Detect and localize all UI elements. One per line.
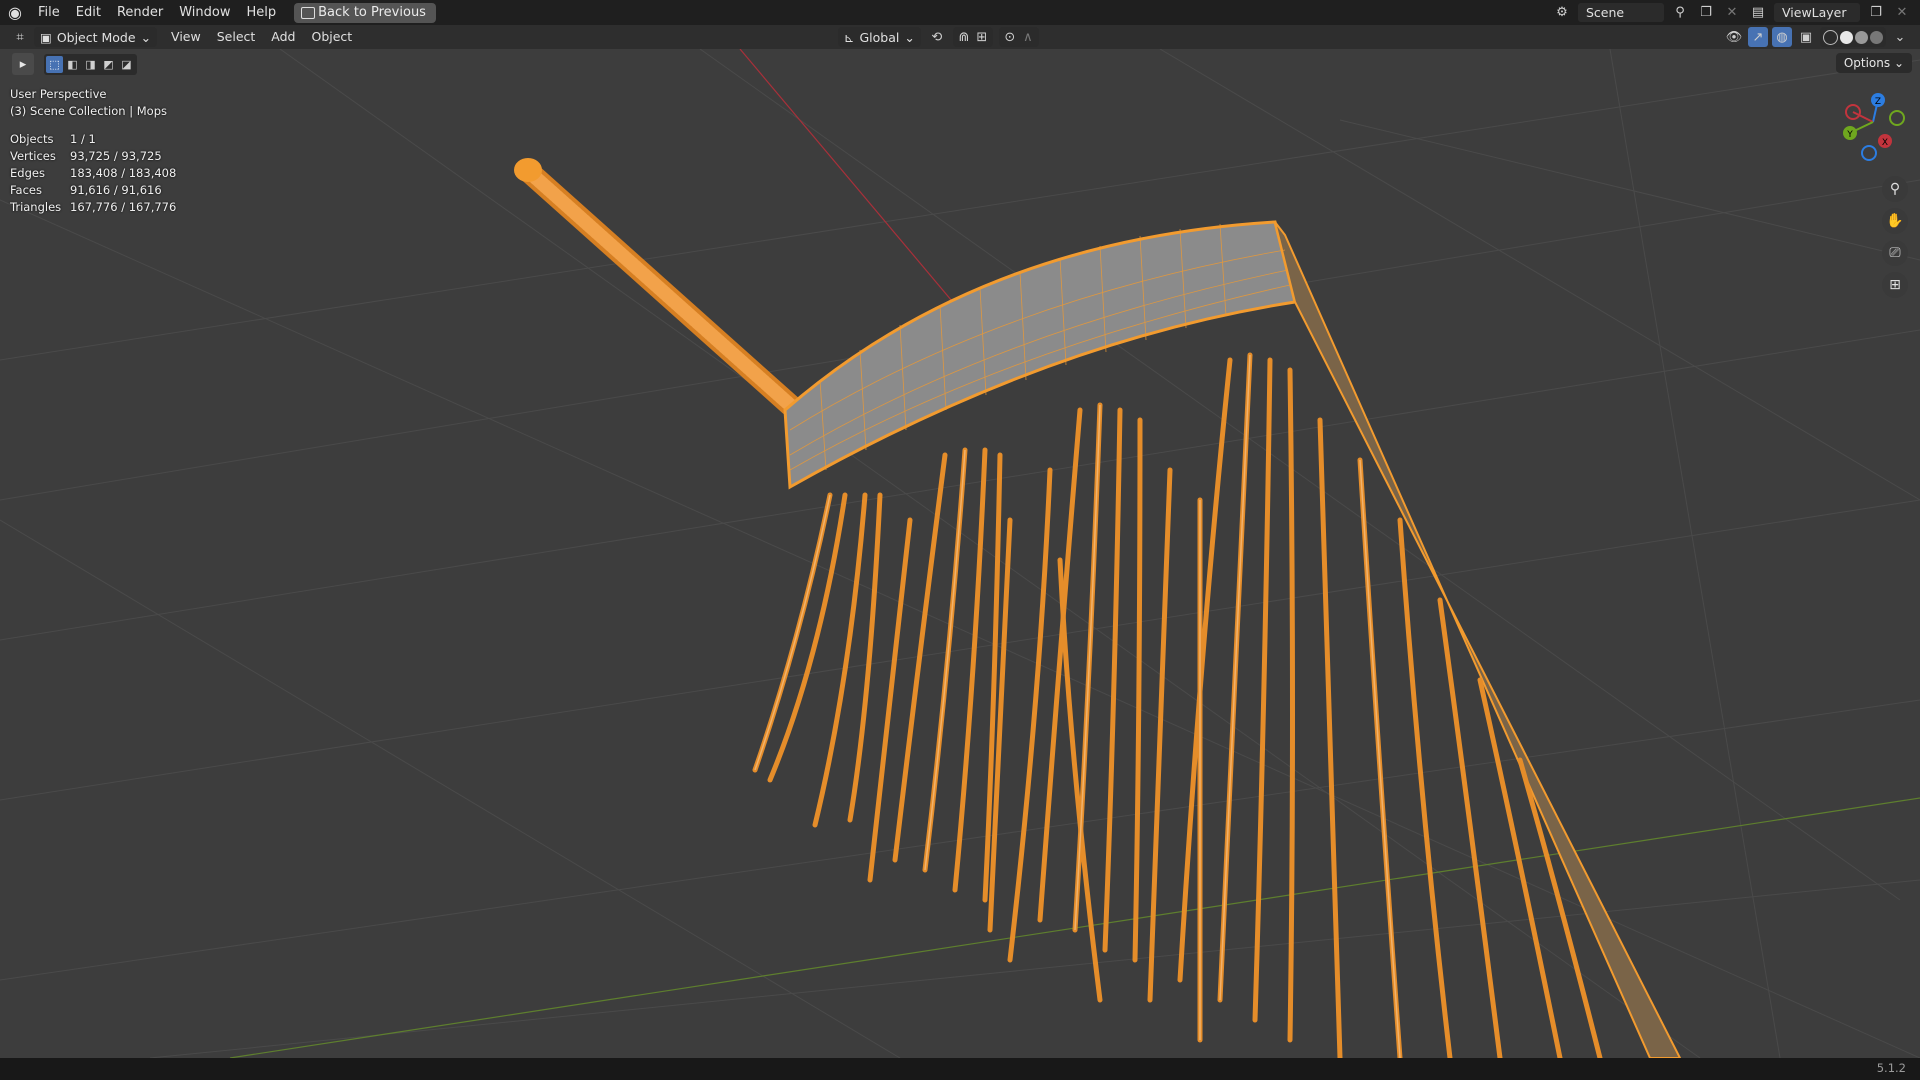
shading-options-icon[interactable]: ⌄ bbox=[1890, 27, 1910, 47]
scene-icon[interactable]: ⚙ bbox=[1552, 3, 1572, 23]
top-bar: ◉ File Edit Render Window Help Back to P… bbox=[0, 0, 1920, 25]
pin-icon[interactable]: ⚲ bbox=[1670, 3, 1690, 23]
stats-label: Faces bbox=[10, 183, 42, 197]
mode-label: Object Mode bbox=[56, 29, 136, 45]
snap-icon[interactable]: ⋒ bbox=[956, 27, 972, 47]
screen-icon bbox=[301, 6, 316, 19]
solid-shading-icon[interactable] bbox=[1840, 30, 1853, 44]
xray-toggle-icon[interactable]: ▣ bbox=[1796, 27, 1816, 47]
remove-view-layer-icon[interactable]: ✕ bbox=[1892, 3, 1912, 23]
new-scene-icon[interactable]: ❐ bbox=[1696, 3, 1716, 23]
wireframe-shading-icon[interactable] bbox=[1823, 29, 1838, 45]
stats-value: 167,776 / 167,776 bbox=[70, 200, 177, 214]
back-to-previous-label: Back to Previous bbox=[318, 4, 426, 20]
stats-label: Vertices bbox=[10, 149, 56, 163]
editor-type-icon[interactable]: ⌗ bbox=[10, 27, 30, 47]
gizmo-toggle-icon[interactable]: ↗ bbox=[1748, 27, 1768, 47]
snap-increment-icon[interactable]: ⊞ bbox=[974, 27, 990, 47]
stats-label: Edges bbox=[10, 166, 45, 180]
new-view-layer-icon[interactable]: ❐ bbox=[1866, 3, 1886, 23]
material-shading-icon[interactable] bbox=[1855, 30, 1868, 44]
stats-value: 93,725 / 93,725 bbox=[70, 149, 162, 163]
viewport-info: User Perspective (3) Scene Collection | … bbox=[10, 86, 167, 120]
tool-settings: ▸ ⬚ ◧ ◨ ◩ ◪ bbox=[12, 53, 137, 75]
scene-field[interactable]: Scene bbox=[1578, 3, 1664, 22]
remove-scene-icon[interactable]: ✕ bbox=[1722, 3, 1742, 23]
orientation-icon: ⊾ bbox=[844, 29, 855, 45]
perspective-toggle-icon[interactable]: ⊞ bbox=[1882, 272, 1908, 298]
stats-row: Edges 183,408 / 183,408 bbox=[10, 165, 176, 182]
object-mode-icon: ▣ bbox=[40, 29, 52, 45]
options-label: Options bbox=[1843, 56, 1891, 70]
proportional-edit-group[interactable]: ⊙ ∧ bbox=[998, 27, 1039, 47]
menu-select[interactable]: Select bbox=[209, 25, 264, 49]
menu-edit[interactable]: Edit bbox=[68, 0, 109, 25]
snap-group[interactable]: ⋒ ⊞ bbox=[952, 27, 993, 47]
falloff-icon[interactable]: ∧ bbox=[1020, 27, 1036, 47]
stats-row: Triangles 167,776 / 167,776 bbox=[10, 199, 176, 216]
pivot-point-icon[interactable]: ⟲ bbox=[927, 27, 947, 47]
proportional-edit-icon[interactable]: ⊙ bbox=[1002, 27, 1018, 47]
stats-label: Objects bbox=[10, 132, 54, 146]
view-layer-name: ViewLayer bbox=[1782, 5, 1847, 20]
menu-add[interactable]: Add bbox=[263, 25, 303, 49]
chevron-down-icon: ⌄ bbox=[904, 29, 915, 45]
options-dropdown[interactable]: Options ⌄ bbox=[1835, 53, 1912, 73]
viewport-header: ⌗ ▣ Object Mode ⌄ View Select Add Object… bbox=[0, 25, 1920, 49]
overlays-toggle-icon[interactable]: ◍ bbox=[1772, 27, 1792, 47]
collection-label: (3) Scene Collection | Mops bbox=[10, 104, 167, 118]
visibility-icon[interactable]: 👁 bbox=[1724, 27, 1744, 47]
camera-view-icon[interactable]: ⎚ bbox=[1882, 240, 1908, 266]
stats-row: Faces 91,616 / 91,616 bbox=[10, 182, 176, 199]
stats-row: Objects 1 / 1 bbox=[10, 131, 176, 148]
viewport-canvas[interactable]: Z Y X bbox=[0, 0, 1920, 1080]
select-tool-icon[interactable]: ▸ bbox=[12, 53, 34, 75]
perspective-label: User Perspective bbox=[10, 87, 107, 101]
menu-window[interactable]: Window bbox=[171, 0, 238, 25]
pan-hand-icon[interactable]: ✋ bbox=[1882, 208, 1908, 234]
menu-object[interactable]: Object bbox=[303, 25, 360, 49]
navigation-tools: ⚲ ✋ ⎚ ⊞ bbox=[1882, 176, 1908, 298]
shading-modes[interactable] bbox=[1820, 27, 1886, 47]
zoom-icon[interactable]: ⚲ bbox=[1882, 176, 1908, 202]
mode-dropdown[interactable]: ▣ Object Mode ⌄ bbox=[34, 27, 158, 47]
gizmo-z-label: Z bbox=[1875, 97, 1881, 107]
view-layer-field[interactable]: ViewLayer bbox=[1774, 3, 1860, 22]
select-extend-icon[interactable]: ◧ bbox=[64, 56, 81, 73]
stats-value: 183,408 / 183,408 bbox=[70, 166, 177, 180]
menu-render[interactable]: Render bbox=[109, 0, 171, 25]
menu-file[interactable]: File bbox=[30, 0, 68, 25]
select-invert-icon[interactable]: ◩ bbox=[100, 56, 117, 73]
select-intersect-icon[interactable]: ◪ bbox=[118, 56, 135, 73]
menu-help[interactable]: Help bbox=[239, 0, 285, 25]
grid-floor bbox=[0, 49, 1920, 1058]
rendered-shading-icon[interactable] bbox=[1870, 30, 1883, 44]
status-bar: 5.1.2 bbox=[0, 1058, 1920, 1080]
select-new-icon[interactable]: ⬚ bbox=[46, 55, 63, 73]
selection-mode-group[interactable]: ⬚ ◧ ◨ ◩ ◪ bbox=[44, 53, 137, 75]
gizmo-y-label: Y bbox=[1846, 130, 1853, 140]
orientation-label: Global bbox=[859, 29, 900, 45]
scene-name: Scene bbox=[1586, 5, 1625, 20]
stats-value: 91,616 / 91,616 bbox=[70, 183, 162, 197]
stats-value: 1 / 1 bbox=[70, 132, 96, 146]
menu-view[interactable]: View bbox=[163, 25, 209, 49]
gizmo-x-label: X bbox=[1882, 138, 1888, 148]
version-label: 5.1.2 bbox=[1876, 1061, 1906, 1075]
transform-orientation-dropdown[interactable]: ⊾ Global ⌄ bbox=[838, 27, 921, 47]
view-layer-icon[interactable]: ▤ bbox=[1748, 3, 1768, 23]
chevron-down-icon: ⌄ bbox=[140, 29, 152, 45]
select-subtract-icon[interactable]: ◨ bbox=[82, 56, 99, 73]
back-to-previous-button[interactable]: Back to Previous bbox=[294, 2, 436, 23]
stats-label: Triangles bbox=[10, 200, 62, 214]
stats-row: Vertices 93,725 / 93,725 bbox=[10, 148, 176, 165]
blender-logo-icon[interactable]: ◉ bbox=[0, 0, 30, 25]
scene-statistics: Objects 1 / 1 Vertices 93,725 / 93,725 Edg… bbox=[10, 131, 176, 216]
